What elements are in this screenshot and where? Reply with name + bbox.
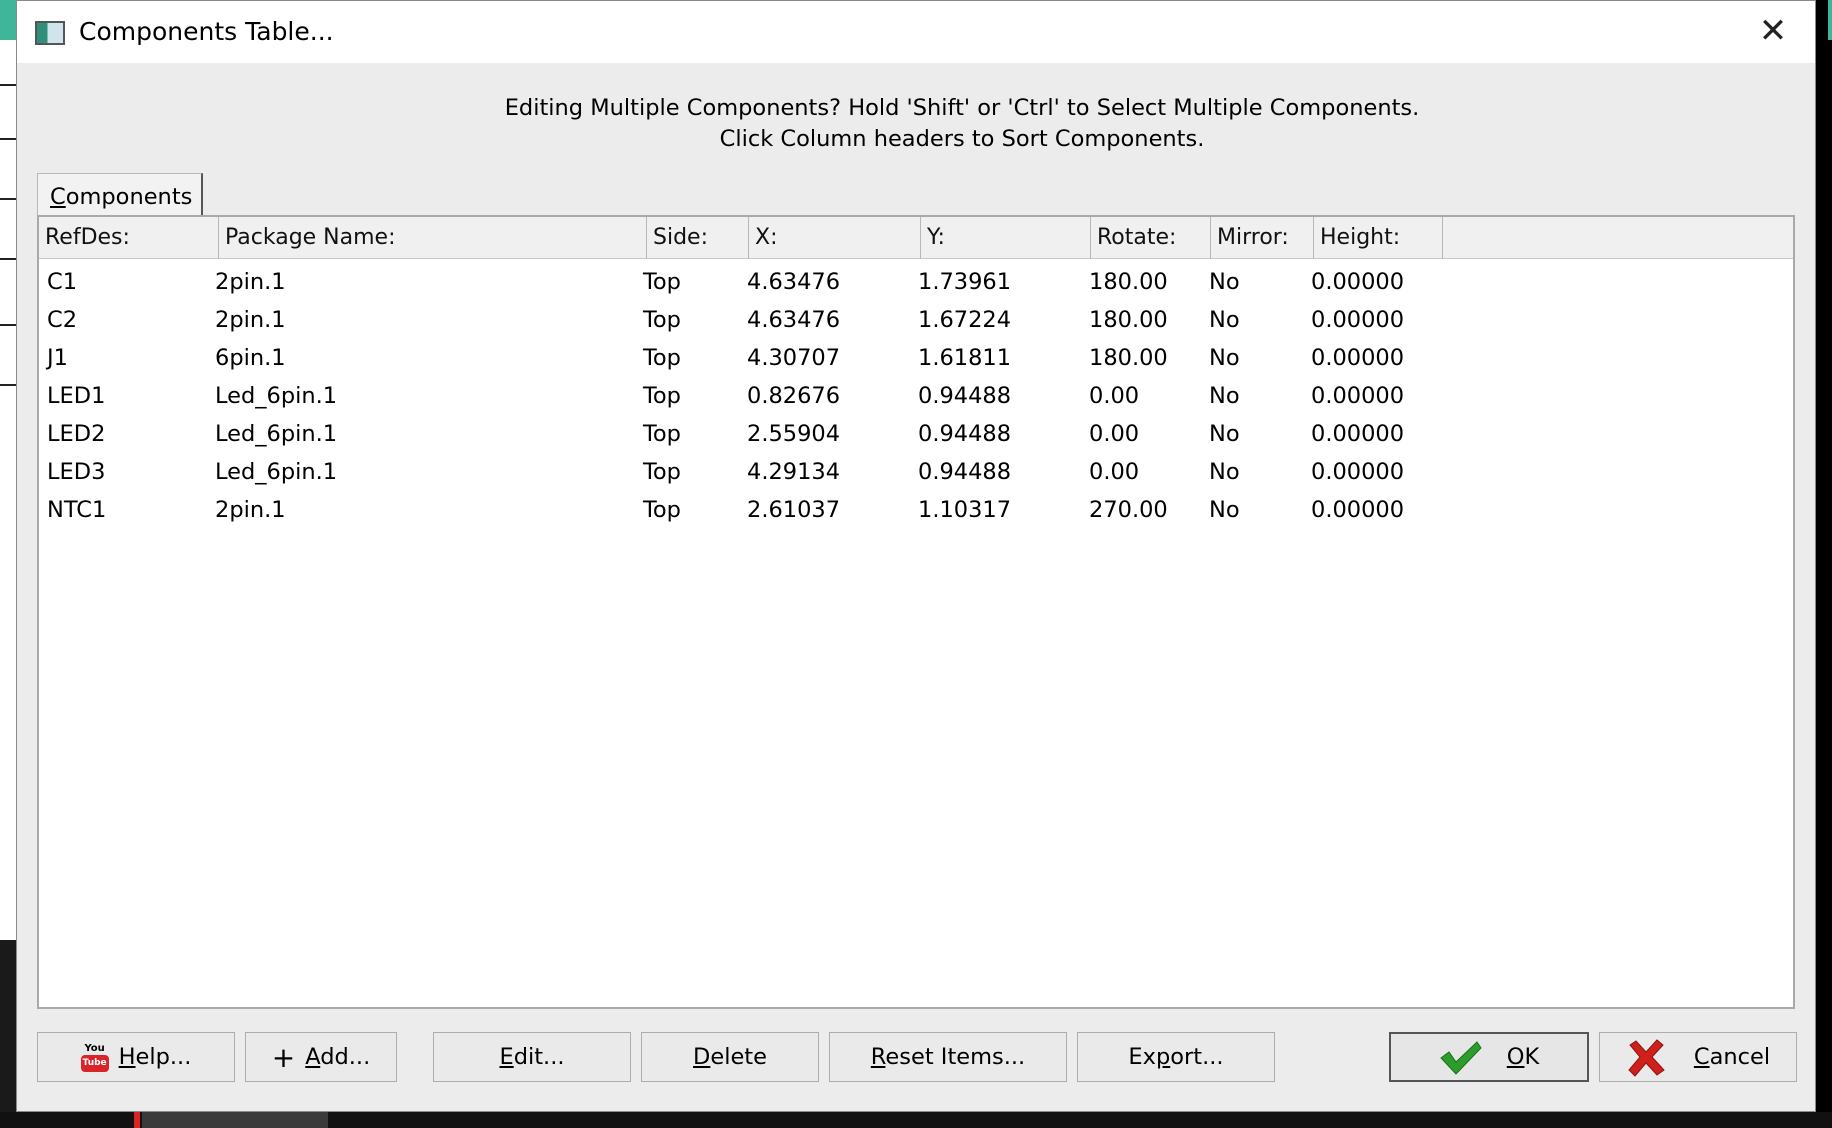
cell-mirror: No: [1209, 497, 1240, 523]
checkmark-icon: [1440, 1040, 1482, 1075]
instructions-text: Editing Multiple Components? Hold 'Shift…: [17, 93, 1815, 155]
cell-refdes: NTC1: [47, 497, 107, 523]
instructions-line-2: Click Column headers to Sort Components.: [719, 126, 1205, 152]
cell-y: 0.94488: [918, 421, 1012, 447]
background-app-edge-right: [1828, 0, 1832, 40]
cell-package-name: 6pin.1: [215, 345, 286, 371]
close-icon[interactable]: ✕: [1751, 11, 1795, 51]
background-taskbar-strip: [0, 1112, 1832, 1128]
add-button[interactable]: + Add...: [245, 1032, 397, 1082]
cell-mirror: No: [1209, 383, 1240, 409]
cell-rotate: 0.00: [1089, 383, 1140, 409]
table-row[interactable]: LED1 Led_6pin.1 Top 0.82676 0.94488 0.00 No 0.0…: [39, 377, 1793, 415]
cell-package-name: Led_6pin.1: [215, 421, 338, 447]
cell-y: 1.10317: [918, 497, 1012, 523]
reset-items-button[interactable]: Reset Items...: [829, 1032, 1067, 1082]
cell-y: 1.67224: [918, 307, 1012, 333]
ok-button[interactable]: OK: [1389, 1032, 1589, 1082]
column-header-mirror[interactable]: Mirror:: [1211, 217, 1314, 259]
window-title: Components Table...: [79, 17, 334, 46]
app-window-icon: [35, 21, 65, 45]
cell-y: 1.61811: [918, 345, 1012, 371]
table-row[interactable]: C2 2pin.1 Top 4.63476 1.67224 180.00 No 0.00000: [39, 301, 1793, 339]
cell-refdes: LED3: [47, 459, 106, 485]
column-header-y[interactable]: Y:: [921, 217, 1091, 259]
cell-x: 0.82676: [747, 383, 841, 409]
cell-height: 0.00000: [1311, 497, 1405, 523]
cell-side: Top: [643, 269, 681, 295]
plus-icon: +: [271, 1040, 296, 1074]
cell-refdes: C2: [47, 307, 78, 333]
background-app-edge: [0, 0, 16, 1128]
cell-side: Top: [643, 421, 681, 447]
cell-side: Top: [643, 307, 681, 333]
cell-mirror: No: [1209, 421, 1240, 447]
cell-height: 0.00000: [1311, 307, 1405, 333]
cell-y: 0.94488: [918, 459, 1012, 485]
help-button[interactable]: You Tube Help...: [37, 1032, 235, 1082]
cell-refdes: LED2: [47, 421, 106, 447]
table-row[interactable]: LED3 Led_6pin.1 Top 4.29134 0.94488 0.00 No 0.0…: [39, 453, 1793, 491]
tab-components[interactable]: Components: [37, 173, 203, 219]
cell-package-name: 2pin.1: [215, 269, 286, 295]
cell-rotate: 180.00: [1089, 345, 1168, 371]
column-header-rotate[interactable]: Rotate:: [1091, 217, 1211, 259]
tab-label: omponents: [65, 184, 193, 210]
cell-rotate: 180.00: [1089, 269, 1168, 295]
cell-refdes: LED1: [47, 383, 106, 409]
cell-side: Top: [643, 459, 681, 485]
cell-height: 0.00000: [1311, 421, 1405, 447]
column-header-side[interactable]: Side:: [647, 217, 749, 259]
cell-side: Top: [643, 497, 681, 523]
cell-height: 0.00000: [1311, 383, 1405, 409]
tab-label-mnemonic: C: [50, 184, 66, 210]
cell-x: 2.61037: [747, 497, 841, 523]
edit-button[interactable]: Edit...: [433, 1032, 631, 1082]
cell-mirror: No: [1209, 459, 1240, 485]
column-header-package-name[interactable]: Package Name:: [219, 217, 647, 259]
cell-x: 4.29134: [747, 459, 841, 485]
table-row[interactable]: NTC1 2pin.1 Top 2.61037 1.10317 270.00 No 0.000…: [39, 491, 1793, 529]
table-row[interactable]: J1 6pin.1 Top 4.30707 1.61811 180.00 No 0.00000: [39, 339, 1793, 377]
cell-mirror: No: [1209, 269, 1240, 295]
cell-side: Top: [643, 383, 681, 409]
column-header-height[interactable]: Height:: [1314, 217, 1443, 259]
instructions-line-1: Editing Multiple Components? Hold 'Shift…: [504, 95, 1420, 121]
delete-button[interactable]: Delete: [641, 1032, 819, 1082]
title-bar[interactable]: Components Table... ✕: [17, 1, 1815, 63]
cell-y: 0.94488: [918, 383, 1012, 409]
cell-refdes: J1: [47, 345, 68, 371]
column-header-refdes[interactable]: RefDes:: [39, 217, 219, 259]
components-table[interactable]: RefDes: Package Name: Side: X: Y: Rotate…: [37, 215, 1795, 1009]
table-row[interactable]: C1 2pin.1 Top 4.63476 1.73961 180.00 No 0.00000: [39, 263, 1793, 301]
cell-package-name: 2pin.1: [215, 497, 286, 523]
cell-rotate: 270.00: [1089, 497, 1168, 523]
youtube-icon: You Tube: [80, 1043, 109, 1073]
cell-package-name: Led_6pin.1: [215, 459, 338, 485]
cell-mirror: No: [1209, 345, 1240, 371]
cell-height: 0.00000: [1311, 269, 1405, 295]
cell-x: 2.55904: [747, 421, 841, 447]
table-header: RefDes: Package Name: Side: X: Y: Rotate…: [39, 217, 1793, 259]
cell-x: 4.30707: [747, 345, 841, 371]
cancel-button[interactable]: Cancel: [1599, 1032, 1797, 1082]
cell-x: 4.63476: [747, 269, 841, 295]
column-header-x[interactable]: X:: [749, 217, 921, 259]
cell-x: 4.63476: [747, 307, 841, 333]
cell-height: 0.00000: [1311, 459, 1405, 485]
cell-refdes: C1: [47, 269, 78, 295]
export-button[interactable]: Export...: [1077, 1032, 1275, 1082]
cell-side: Top: [643, 345, 681, 371]
table-row[interactable]: LED2 Led_6pin.1 Top 2.55904 0.94488 0.00 No 0.0…: [39, 415, 1793, 453]
cell-rotate: 0.00: [1089, 459, 1140, 485]
cell-package-name: 2pin.1: [215, 307, 286, 333]
cell-y: 1.73961: [918, 269, 1012, 295]
cell-rotate: 180.00: [1089, 307, 1168, 333]
cell-height: 0.00000: [1311, 345, 1405, 371]
cell-package-name: Led_6pin.1: [215, 383, 338, 409]
components-table-dialog: Components Table... ✕ Editing Multiple C…: [16, 0, 1816, 1112]
cell-mirror: No: [1209, 307, 1240, 333]
red-x-icon: [1628, 1038, 1665, 1077]
cell-rotate: 0.00: [1089, 421, 1140, 447]
